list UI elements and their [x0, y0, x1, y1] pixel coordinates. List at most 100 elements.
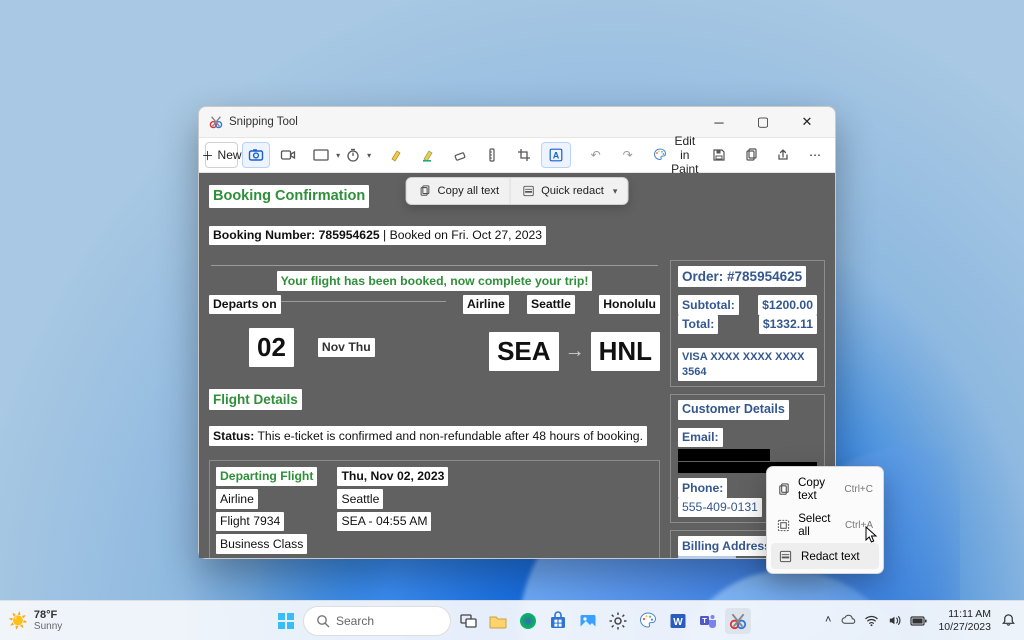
minimize-button[interactable]: ─ [697, 108, 741, 136]
col-airline: Airline [463, 295, 509, 314]
status-line: Status: This e-ticket is confirmed and n… [209, 426, 647, 445]
timer-icon [346, 147, 360, 163]
ctx-select-all[interactable]: Select all Ctrl+A [771, 507, 879, 543]
card-number: VISA XXXX XXXX XXXX 3564 [678, 348, 817, 381]
clock[interactable]: 11:11 AM 10/27/2023 [938, 608, 991, 632]
snip-mode-camera[interactable] [242, 142, 270, 168]
tb-word[interactable]: W [665, 608, 691, 634]
rectangle-mode-icon [313, 147, 329, 163]
eraser-icon [452, 147, 468, 163]
copy-button[interactable] [737, 142, 765, 168]
select-all-icon [777, 517, 790, 533]
edit-in-paint-label: Edit in Paint [671, 134, 698, 176]
copy-all-text-button[interactable]: Copy all text [407, 178, 511, 204]
share-icon [776, 147, 790, 163]
text-actions-button[interactable]: A [541, 142, 571, 168]
code-from: SEA [489, 332, 558, 371]
chevron-down-icon: ▾ [613, 186, 618, 197]
tb-settings[interactable] [605, 608, 631, 634]
new-button-label: New [218, 148, 242, 162]
taskbar-search[interactable]: Search [303, 606, 451, 636]
snip-shape-dropdown[interactable] [313, 142, 341, 168]
close-button[interactable]: ✕ [785, 108, 829, 136]
ctx-copy-text[interactable]: Copy text Ctrl+C [771, 471, 879, 507]
eraser-button[interactable] [445, 142, 475, 168]
arrow-right-icon: → [565, 340, 585, 363]
highlighter-yellow[interactable] [381, 142, 411, 168]
crop-button[interactable] [509, 142, 539, 168]
tb-snipping-tool[interactable] [725, 608, 751, 634]
svg-text:A: A [552, 150, 559, 160]
highlighter-blue[interactable] [413, 142, 443, 168]
redacted-email [678, 449, 770, 461]
quick-redact-button[interactable]: Quick redact ▾ [510, 178, 627, 204]
wifi-icon[interactable] [864, 613, 879, 628]
delay-dropdown[interactable] [345, 142, 373, 168]
save-icon [712, 147, 726, 163]
context-menu: Copy text Ctrl+C Select all Ctrl+A Redac… [766, 466, 884, 574]
new-button[interactable]: ＋ New [205, 142, 238, 168]
selected-billing-name[interactable]: Ji-an Lee [678, 556, 736, 558]
tb-explorer[interactable] [485, 608, 511, 634]
text-actions-icon: A [548, 147, 564, 163]
save-button[interactable] [705, 142, 733, 168]
svg-text:W: W [673, 617, 683, 628]
customer-details-heading: Customer Details [678, 400, 789, 420]
tb-paint[interactable] [635, 608, 661, 634]
window-controls: ─ ▢ ✕ [697, 108, 829, 136]
undo-button[interactable]: ↶ [581, 142, 611, 168]
tb-teams[interactable]: T [695, 608, 721, 634]
highlighter-yellow-icon [388, 147, 404, 163]
onedrive-icon[interactable] [841, 613, 856, 628]
departing-flight-heading: Departing Flight [216, 467, 317, 486]
highlighter-blue-icon [420, 147, 436, 163]
start-button[interactable] [273, 608, 299, 634]
col-to: Honolulu [599, 295, 660, 314]
depart-day: 02 [249, 328, 294, 367]
camera-icon [248, 147, 264, 163]
crop-icon [516, 147, 532, 163]
ruler-icon [484, 147, 500, 163]
undo-icon: ↶ [588, 147, 604, 163]
speaker-icon[interactable] [887, 613, 902, 628]
system-tray[interactable]: ˄ 11:11 AM 10/27/2023 [825, 608, 1016, 632]
share-button[interactable] [769, 142, 797, 168]
snipping-tool-window: Snipping Tool ─ ▢ ✕ ＋ New [198, 106, 836, 559]
chevron-up-icon[interactable]: ˄ [825, 614, 831, 627]
quick-redact-label: Quick redact [541, 185, 604, 197]
titlebar[interactable]: Snipping Tool ─ ▢ ✕ [199, 107, 835, 137]
booking-banner: Your flight has been booked, now complet… [277, 271, 593, 290]
snip-mode-video[interactable] [274, 142, 302, 168]
redact-icon [777, 548, 793, 564]
more-button[interactable]: ⋯ [801, 142, 829, 168]
tb-store[interactable] [545, 608, 571, 634]
booking-number-line: Booking Number: 785954625 | Booked on Fr… [209, 226, 546, 245]
redo-button[interactable]: ↷ [613, 142, 643, 168]
markup-tools: A ↶ ↷ [381, 142, 643, 168]
notifications-icon[interactable] [1001, 613, 1016, 628]
weather-widget[interactable]: ☀️ 78°F Sunny [8, 609, 62, 632]
copy-all-text-label: Copy all text [438, 185, 500, 197]
video-icon [280, 147, 296, 163]
copy-icon [777, 481, 790, 497]
search-icon [316, 614, 330, 628]
tb-photos[interactable] [575, 608, 601, 634]
maximize-button[interactable]: ▢ [741, 108, 785, 136]
snipping-tool-icon [209, 115, 223, 129]
cursor-icon [865, 526, 879, 544]
taskbar-center: Search W T [273, 606, 751, 636]
taskbar[interactable]: ☀️ 78°F Sunny Search W T ˄ [0, 600, 1024, 640]
task-view-button[interactable] [455, 608, 481, 634]
window-title: Snipping Tool [229, 116, 298, 128]
tb-edge[interactable] [515, 608, 541, 634]
redact-icon [520, 183, 536, 199]
ruler-button[interactable] [477, 142, 507, 168]
battery-icon[interactable] [910, 615, 928, 627]
edit-in-paint-button[interactable]: Edit in Paint [651, 142, 701, 168]
plus-icon: ＋ [202, 147, 214, 163]
desktop: Snipping Tool ─ ▢ ✕ ＋ New [0, 0, 1024, 640]
copy-icon [417, 183, 433, 199]
col-from: Seattle [527, 295, 575, 314]
order-heading: Order: #785954625 [678, 266, 806, 287]
ctx-redact-text[interactable]: Redact text [771, 543, 879, 569]
